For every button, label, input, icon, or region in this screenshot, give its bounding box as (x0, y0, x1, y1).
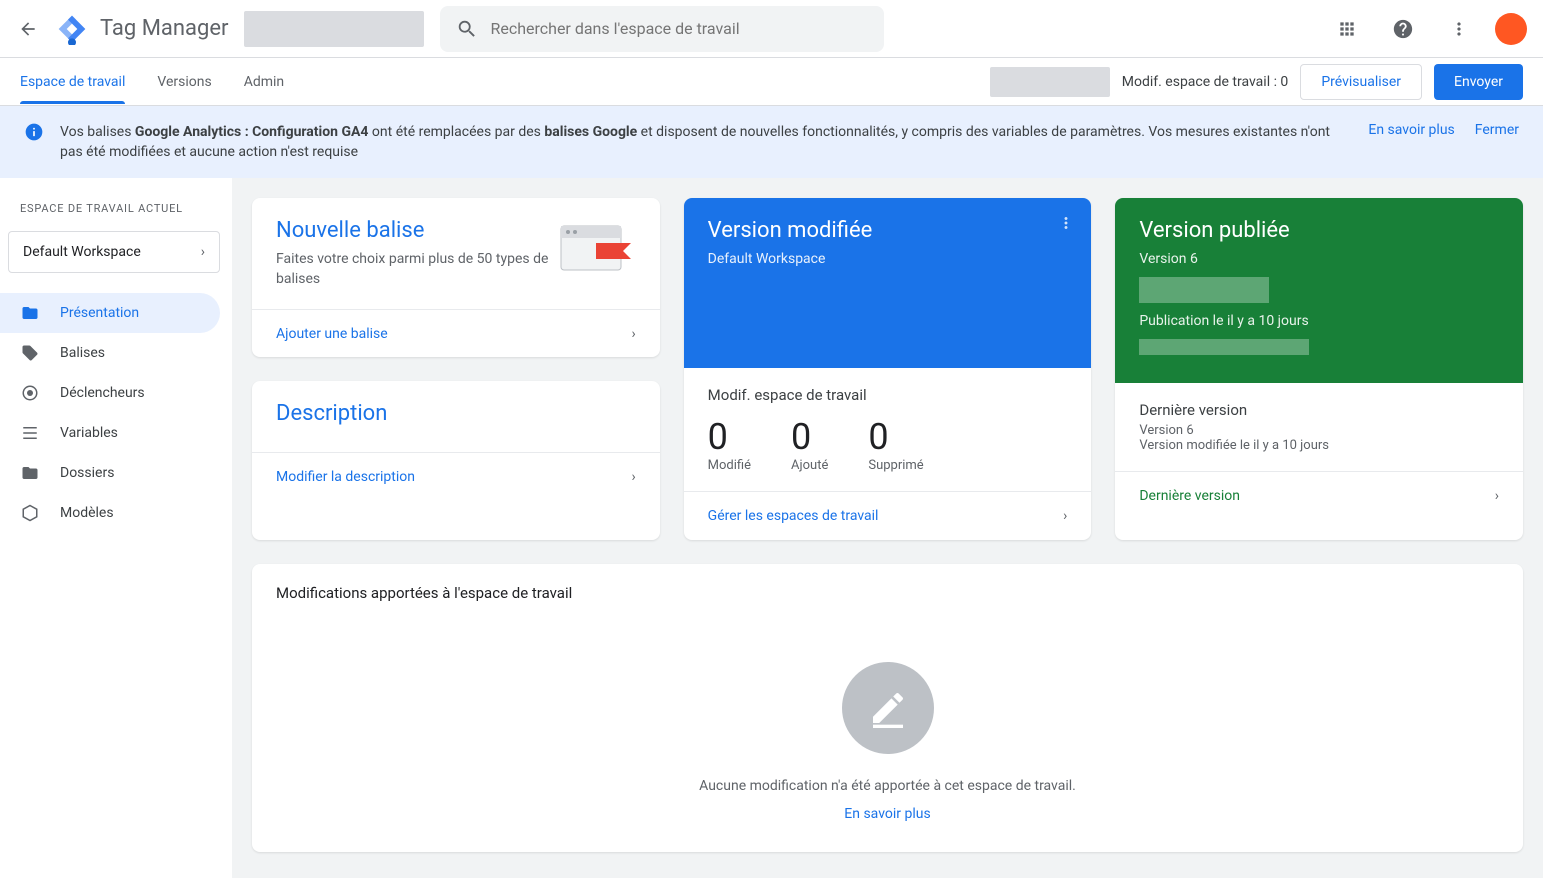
apps-icon (1337, 19, 1357, 39)
user-avatar[interactable] (1495, 13, 1527, 45)
empty-state-text: Aucune modification n'a été apportée à c… (276, 778, 1499, 794)
arrow-left-icon (18, 19, 38, 39)
top-header: Tag Manager (0, 0, 1543, 58)
tag-icon (20, 343, 40, 363)
sidebar-section-label: ESPACE DE TRAVAIL ACTUEL (0, 194, 232, 223)
chevron-right-icon: › (1063, 508, 1067, 524)
folder-icon (20, 463, 40, 483)
empty-state-icon (842, 662, 934, 754)
nav-templates[interactable]: Modèles (0, 493, 220, 533)
card-more-button[interactable] (1057, 214, 1075, 236)
nav-triggers[interactable]: Déclencheurs (0, 373, 220, 413)
workspace-name: Default Workspace (23, 244, 141, 260)
container-id-redacted (990, 67, 1110, 97)
workspace-changes-title: Modifications apportées à l'espace de tr… (276, 584, 1499, 602)
workspace-mods-count: Modif. espace de travail : 0 (1122, 74, 1289, 90)
info-banner: Vos balises Google Analytics : Configura… (0, 106, 1543, 178)
chevron-right-icon: › (201, 244, 205, 260)
header-actions (1327, 9, 1527, 49)
more-button[interactable] (1439, 9, 1479, 49)
description-card: Description Modifier la description › (252, 381, 660, 540)
nav-variables[interactable]: Variables (0, 413, 220, 453)
stat-modified: 0Modifié (708, 416, 751, 473)
account-redacted (244, 11, 424, 47)
latest-version-date: Version modifiée le il y a 10 jours (1139, 438, 1499, 453)
edit-icon (868, 688, 908, 728)
subheader: Espace de travail Versions Admin Modif. … (0, 58, 1543, 106)
published-sub: Version 6 (1139, 249, 1499, 269)
redacted-box (1139, 339, 1309, 355)
tab-workspace[interactable]: Espace de travail (20, 60, 125, 104)
app-title: Tag Manager (100, 16, 228, 41)
logo-section: Tag Manager (56, 13, 228, 45)
manage-workspaces-action[interactable]: Gérer les espaces de travail › (684, 491, 1092, 540)
chevron-right-icon: › (631, 326, 635, 342)
modified-title: Version modifiée (708, 218, 1068, 243)
workspace-selector[interactable]: Default Workspace › (8, 231, 220, 273)
nav-folders[interactable]: Dossiers (0, 453, 220, 493)
more-vert-icon (1449, 19, 1469, 39)
description-title: Description (276, 401, 636, 426)
modified-sub: Default Workspace (708, 249, 1068, 269)
banner-learn-more[interactable]: En savoir plus (1368, 122, 1454, 138)
submit-button[interactable]: Envoyer (1434, 64, 1523, 100)
help-icon (1392, 18, 1414, 40)
search-input[interactable] (490, 19, 867, 38)
search-icon (456, 18, 478, 40)
latest-version-num: Version 6 (1139, 423, 1499, 438)
add-tag-action[interactable]: Ajouter une balise › (252, 309, 660, 357)
gtm-logo-icon (56, 13, 88, 45)
trigger-icon (20, 383, 40, 403)
stat-added: 0Ajouté (791, 416, 828, 473)
latest-version-action[interactable]: Dernière version › (1115, 471, 1523, 520)
template-icon (20, 503, 40, 523)
chevron-right-icon: › (1495, 488, 1499, 504)
published-title: Version publiée (1139, 218, 1499, 243)
modified-version-card: Version modifiée Default Workspace Modif… (684, 198, 1092, 540)
overview-icon (20, 303, 40, 323)
redacted-box (1139, 277, 1269, 303)
banner-text: Vos balises Google Analytics : Configura… (60, 122, 1352, 162)
variable-icon (20, 423, 40, 443)
tab-admin[interactable]: Admin (244, 60, 284, 104)
latest-version-title: Dernière version (1139, 401, 1499, 419)
new-tag-card: Nouvelle balise Faites votre choix parmi… (252, 198, 660, 357)
nav-overview[interactable]: Présentation (0, 293, 220, 333)
sidebar: ESPACE DE TRAVAIL ACTUEL Default Workspa… (0, 178, 232, 878)
stat-deleted: 0Supprimé (868, 416, 923, 473)
back-button[interactable] (16, 17, 40, 41)
published-version-card: Version publiée Version 6 Publication le… (1115, 198, 1523, 540)
help-button[interactable] (1383, 9, 1423, 49)
search-box[interactable] (440, 6, 883, 52)
published-date: Publication le il y a 10 jours (1139, 311, 1499, 331)
banner-close[interactable]: Fermer (1475, 122, 1519, 138)
stats-title: Modif. espace de travail (708, 386, 1068, 404)
tab-versions[interactable]: Versions (157, 60, 211, 104)
info-icon (24, 122, 44, 142)
tag-illustration-icon (556, 218, 636, 278)
more-vert-icon (1057, 214, 1075, 232)
apps-button[interactable] (1327, 9, 1367, 49)
chevron-right-icon: › (631, 469, 635, 485)
workspace-changes-card: Modifications apportées à l'espace de tr… (252, 564, 1523, 852)
learn-more-link[interactable]: En savoir plus (276, 806, 1499, 822)
content-area: Nouvelle balise Faites votre choix parmi… (232, 178, 1543, 878)
nav-tags[interactable]: Balises (0, 333, 220, 373)
edit-description-action[interactable]: Modifier la description › (252, 452, 660, 501)
preview-button[interactable]: Prévisualiser (1300, 64, 1422, 100)
